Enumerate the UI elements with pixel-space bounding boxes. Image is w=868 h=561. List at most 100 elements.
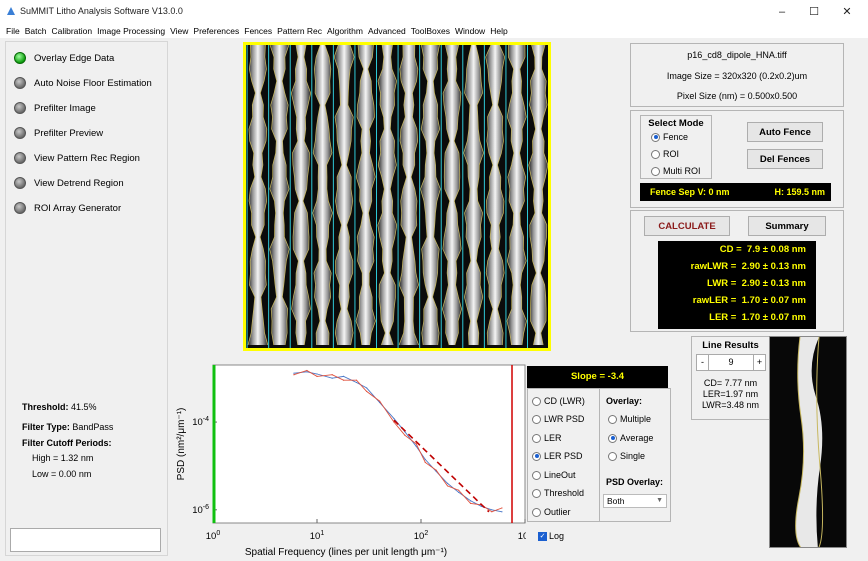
- increment-button[interactable]: +: [753, 355, 765, 370]
- mode-multi-roi-radio[interactable]: Multi ROI: [651, 166, 701, 176]
- line-ler-result: LER=1.97 nm: [702, 389, 759, 399]
- psd-point: [501, 507, 503, 509]
- psd-point: [355, 379, 358, 381]
- line-index-stepper[interactable]: - 9 +: [696, 354, 766, 371]
- filter-low-row: Low = 0.00 nm: [32, 469, 92, 479]
- overlay-label: Overlay:: [606, 396, 643, 406]
- line-thumbnail: [769, 336, 847, 548]
- menu-image-processing[interactable]: Image Processing: [97, 24, 165, 38]
- psd-point: [379, 400, 381, 402]
- psd-chart[interactable]: 10010110210310-410-6 PSD (nm²/μm⁻¹) Spat…: [170, 362, 526, 558]
- menu-calibration[interactable]: Calibration: [51, 24, 92, 38]
- psd-point: [470, 500, 472, 502]
- x-tick-label: 102: [414, 530, 429, 542]
- menu-view[interactable]: View: [170, 24, 188, 38]
- menu-algorithm[interactable]: Algorithm: [327, 24, 363, 38]
- psd-point: [415, 443, 417, 445]
- option-overlay-edge-data[interactable]: Overlay Edge Data: [14, 51, 114, 65]
- psd-point: [293, 374, 295, 376]
- menu-preferences[interactable]: Preferences: [193, 24, 239, 38]
- menu-help[interactable]: Help: [490, 24, 507, 38]
- left-options-panel: Overlay Edge Data Auto Noise Floor Estim…: [5, 41, 168, 556]
- single-line-image: [770, 337, 846, 547]
- psd-point: [424, 458, 426, 461]
- window-title: SuMMIT Litho Analysis Software V13.0.0: [20, 6, 183, 16]
- overlay-single-radio[interactable]: Single: [608, 451, 645, 461]
- del-fences-button[interactable]: Del Fences: [747, 149, 823, 169]
- maximize-button[interactable]: ☐: [799, 4, 829, 20]
- check-icon: ✓: [538, 531, 547, 541]
- auto-fence-button[interactable]: Auto Fence: [747, 122, 823, 142]
- plot-outlier-radio[interactable]: Outlier: [532, 507, 571, 517]
- y-tick-label: 10-6: [192, 504, 209, 516]
- summary-button[interactable]: Summary: [748, 216, 826, 236]
- plot-options-panel: CD (LWR) LWR PSD LER LER PSD LineOut Thr…: [527, 388, 671, 522]
- x-axis-label: Spatial Frequency (lines per unit length…: [245, 547, 447, 558]
- image-filename: p16_cd8_dipole_HNA.tiff: [687, 50, 787, 60]
- chevron-down-icon: ▼: [656, 497, 663, 504]
- psd-point: [331, 374, 333, 376]
- pixel-size: Pixel Size (nm) = 0.500x0.500: [676, 91, 798, 101]
- sem-image-view[interactable]: [243, 42, 551, 351]
- menu-batch[interactable]: Batch: [25, 24, 47, 38]
- psd-point: [424, 461, 426, 464]
- plot-area: [212, 364, 526, 524]
- log-checkbox[interactable]: ✓ Log: [538, 531, 564, 541]
- menu-window[interactable]: Window: [455, 24, 485, 38]
- led-indicator-icon: [14, 77, 26, 89]
- line-pattern-image: [246, 45, 548, 348]
- option-auto-noise-floor[interactable]: Auto Noise Floor Estimation: [14, 76, 152, 90]
- menu-file[interactable]: File: [6, 24, 20, 38]
- plot-ler-psd-radio[interactable]: LER PSD: [532, 451, 583, 461]
- plot-ler-radio[interactable]: LER: [532, 433, 562, 443]
- menu-pattern-rec[interactable]: Pattern Rec: [277, 24, 322, 38]
- psd-point: [306, 369, 308, 372]
- mode-roi-radio[interactable]: ROI: [651, 149, 679, 159]
- mode-fence-radio[interactable]: Fence: [651, 132, 688, 142]
- plot-lineout-radio[interactable]: LineOut: [532, 470, 576, 480]
- command-input[interactable]: [10, 528, 161, 552]
- image-info-panel: p16_cd8_dipole_HNA.tiff Image Size = 320…: [630, 43, 844, 107]
- line-index-value[interactable]: 9: [709, 355, 753, 370]
- menu-advanced[interactable]: Advanced: [368, 24, 406, 38]
- calculation-panel: CALCULATE Summary CD = 7.9 ± 0.08 nm raw…: [630, 210, 844, 332]
- results-readout: CD = 7.9 ± 0.08 nm rawLWR = 2.90 ± 0.13 …: [658, 241, 816, 329]
- overlay-average-radio[interactable]: Average: [608, 433, 653, 443]
- option-prefilter-image[interactable]: Prefilter Image: [14, 101, 96, 115]
- option-roi-array-generator[interactable]: ROI Array Generator: [14, 201, 121, 215]
- psd-point: [293, 372, 295, 374]
- plot-lwr-psd-radio[interactable]: LWR PSD: [532, 414, 584, 424]
- led-indicator-icon: [14, 152, 26, 164]
- menu-bar: File Batch Calibration Image Processing …: [0, 24, 868, 38]
- threshold-row: Threshold: 41.5%: [22, 402, 97, 412]
- psd-point: [470, 502, 472, 504]
- close-button[interactable]: ✕: [832, 4, 862, 20]
- plot-cd-lwr-radio[interactable]: CD (LWR): [532, 396, 585, 406]
- psd-point: [342, 375, 345, 377]
- minimize-button[interactable]: –: [767, 4, 797, 20]
- menu-toolboxes[interactable]: ToolBoxes: [411, 24, 450, 38]
- psd-point: [331, 377, 333, 379]
- decrement-button[interactable]: -: [697, 355, 709, 370]
- x-tick-exponent: 2: [424, 530, 428, 537]
- menu-fences[interactable]: Fences: [244, 24, 272, 38]
- x-tick-label: 101: [310, 530, 325, 542]
- line-lwr-result: LWR=3.48 nm: [701, 400, 760, 410]
- y-axis-label: PSD (nm²/μm⁻¹): [176, 408, 187, 481]
- fence-separation-readout: Fence Sep V: 0 nm H: 159.5 nm: [640, 183, 831, 201]
- psd-point: [446, 482, 449, 484]
- psd-overlay-select[interactable]: Both ▼: [603, 494, 667, 508]
- option-view-pattern-rec[interactable]: View Pattern Rec Region: [14, 151, 140, 165]
- option-view-detrend[interactable]: View Detrend Region: [14, 176, 124, 190]
- led-indicator-icon: [14, 127, 26, 139]
- filter-cutoff-title: Filter Cutoff Periods:: [22, 438, 112, 448]
- option-prefilter-preview[interactable]: Prefilter Preview: [14, 126, 103, 140]
- psd-point: [316, 375, 318, 377]
- psd-point: [458, 489, 460, 491]
- plot-threshold-radio[interactable]: Threshold: [532, 488, 584, 498]
- calculate-button[interactable]: CALCULATE: [644, 216, 730, 236]
- line-cd-result: CD= 7.77 nm: [703, 378, 758, 388]
- psd-point: [415, 445, 417, 447]
- psd-point: [446, 485, 449, 487]
- overlay-multiple-radio[interactable]: Multiple: [608, 414, 651, 424]
